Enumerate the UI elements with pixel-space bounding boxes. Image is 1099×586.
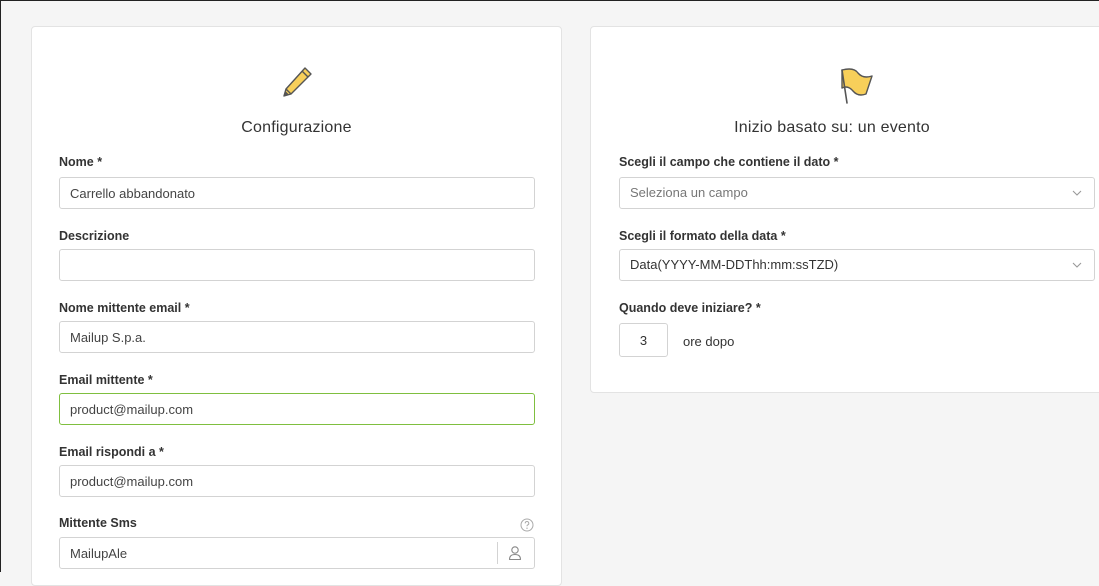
sender-email-label: Email mittente * [59, 373, 153, 387]
description-input[interactable] [59, 249, 535, 281]
chevron-down-icon [1072, 190, 1082, 196]
hours-input[interactable] [619, 323, 668, 357]
sender-name-label: Nome mittente email * [59, 301, 190, 315]
trigger-title: Inizio basato su: un evento [734, 119, 930, 136]
flag-icon [841, 68, 873, 104]
help-icon[interactable] [520, 518, 534, 532]
field-select-placeholder: Seleziona un campo [630, 185, 748, 200]
configuration-card: Configurazione Nome * Descrizione Nome m… [31, 26, 562, 586]
sms-sender-input[interactable] [59, 537, 535, 569]
date-format-select[interactable]: Data(YYYY-MM-DDThh:mm:ssTZD) [619, 249, 1095, 281]
user-icon[interactable] [507, 545, 523, 561]
date-format-value: Data(YYYY-MM-DDThh:mm:ssTZD) [630, 257, 839, 272]
input-addon-divider [497, 542, 498, 564]
start-label: Quando deve iniziare? * [619, 301, 761, 315]
trigger-card: Inizio basato su: un evento Scegli il ca… [590, 26, 1099, 393]
configuration-title: Configurazione [241, 119, 352, 136]
reply-to-input[interactable] [59, 465, 535, 497]
sender-email-input[interactable] [59, 393, 535, 425]
reply-to-label: Email rispondi a * [59, 445, 164, 459]
chevron-down-icon [1072, 262, 1082, 268]
pencil-icon [283, 67, 312, 97]
description-label: Descrizione [59, 229, 130, 243]
hours-suffix: ore dopo [683, 334, 735, 349]
name-label: Nome * [59, 155, 103, 169]
sender-name-input[interactable] [59, 321, 535, 353]
name-input[interactable] [59, 177, 535, 209]
date-format-label: Scegli il formato della data * [619, 229, 786, 243]
sms-sender-label: Mittente Sms [59, 516, 137, 530]
field-select[interactable]: Seleziona un campo [619, 177, 1095, 209]
field-select-label: Scegli il campo che contiene il dato * [619, 155, 839, 169]
